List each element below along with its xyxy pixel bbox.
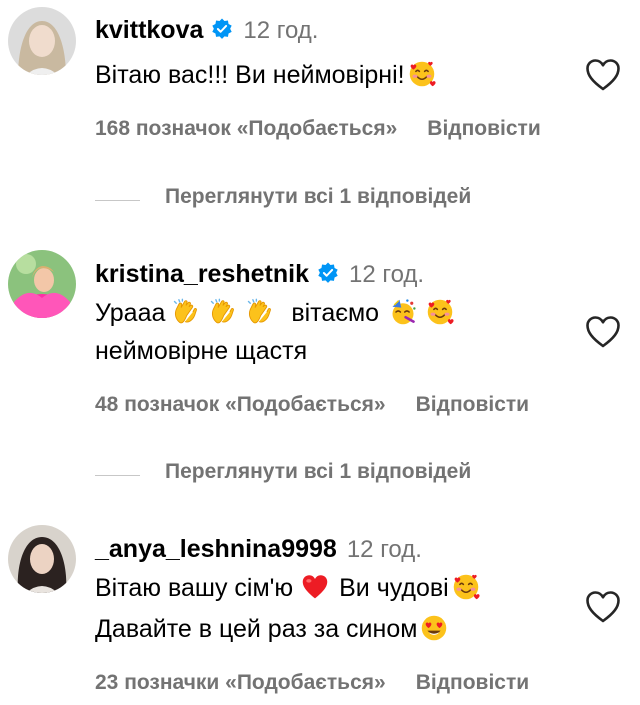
comment-item: kvittkova 12 год. Вітаю вас!!! Ви неймові… [0, 0, 640, 150]
smiling-face-with-hearts-emoji [408, 60, 436, 88]
username[interactable]: kristina_reshetnik [95, 260, 309, 288]
comment-text-segment: вітаємо [291, 299, 380, 327]
like-heart-icon[interactable] [585, 590, 621, 624]
avatar[interactable] [8, 7, 76, 75]
timestamp[interactable]: 12 год. [349, 261, 424, 288]
view-replies-label: Переглянути всі 1 відповідей [165, 185, 472, 208]
comment-text-line-2: неймовірне щастя [95, 335, 307, 367]
clapping-hands-emoji [171, 298, 199, 326]
verified-badge-icon [317, 262, 339, 284]
comment-header: kvittkova 12 год. [95, 16, 318, 45]
likes-count[interactable]: 23 позначки «Подобається» [95, 671, 386, 694]
smiling-face-with-hearts-emoji [426, 298, 454, 326]
comment-header: _anya_leshnina9998 12 год. [95, 535, 422, 564]
comment-header: kristina_reshetnik 12 год. [95, 260, 424, 289]
clapping-hands-emoji [245, 298, 273, 326]
like-heart-icon[interactable] [585, 315, 621, 349]
divider [95, 200, 140, 201]
reply-button[interactable]: Відповісти [427, 117, 540, 140]
comments-screen: { "comments": [ { "username": "kvittkova… [0, 0, 640, 705]
avatar[interactable] [8, 525, 76, 593]
comment-text-segment: Урааа [95, 299, 166, 327]
username[interactable]: _anya_leshnina9998 [95, 535, 337, 563]
comment-meta: 48 позначок «Подобається» Відповісти [95, 393, 529, 417]
comment-text: Вітаю вас!!! Ви неймовірні! [95, 59, 439, 91]
clapping-hands-emoji [208, 298, 236, 326]
avatar[interactable] [8, 250, 76, 318]
reply-button[interactable]: Відповісти [416, 671, 529, 694]
likes-count[interactable]: 168 позначок «Подобається» [95, 117, 397, 140]
comment-text: Урааа вітаємо [95, 297, 457, 329]
comment-text-line-2: Давайте в цей раз за сином [95, 613, 451, 645]
smiling-face-with-hearts-emoji [452, 573, 480, 601]
comment-text-segment: неймовірне щастя [95, 337, 308, 365]
comment-text-segment: Давайте в цей раз за сином [95, 615, 418, 643]
reply-button[interactable]: Відповісти [416, 393, 529, 416]
timestamp[interactable]: 12 год. [243, 17, 318, 44]
comment-text: Вітаю вашу сім'ю Ви чудові [95, 572, 483, 604]
comment-text-segment: Ви чудові [339, 574, 449, 602]
like-heart-icon[interactable] [585, 58, 621, 92]
heart-eyes-emoji [420, 614, 448, 642]
username[interactable]: kvittkova [95, 16, 203, 44]
comment-item: kristina_reshetnik 12 год. Урааа вітаємо … [0, 250, 640, 430]
comment-item: _anya_leshnina9998 12 год. Вітаю вашу сім… [0, 525, 640, 705]
likes-count[interactable]: 48 позначок «Подобається» [95, 393, 386, 416]
comment-meta: 23 позначки «Подобається» Відповісти [95, 671, 529, 695]
divider [95, 475, 140, 476]
view-replies-label: Переглянути всі 1 відповідей [165, 460, 472, 483]
partying-face-emoji [389, 298, 417, 326]
comment-text-segment: Вітаю вас!!! Ви неймовірні! [95, 61, 405, 89]
comment-meta: 168 позначок «Подобається» Відповісти [95, 117, 541, 141]
comment-text-segment: Вітаю вашу сім'ю [95, 574, 294, 602]
timestamp[interactable]: 12 год. [347, 536, 422, 563]
verified-badge-icon [211, 18, 233, 40]
red-heart-emoji [301, 573, 329, 601]
